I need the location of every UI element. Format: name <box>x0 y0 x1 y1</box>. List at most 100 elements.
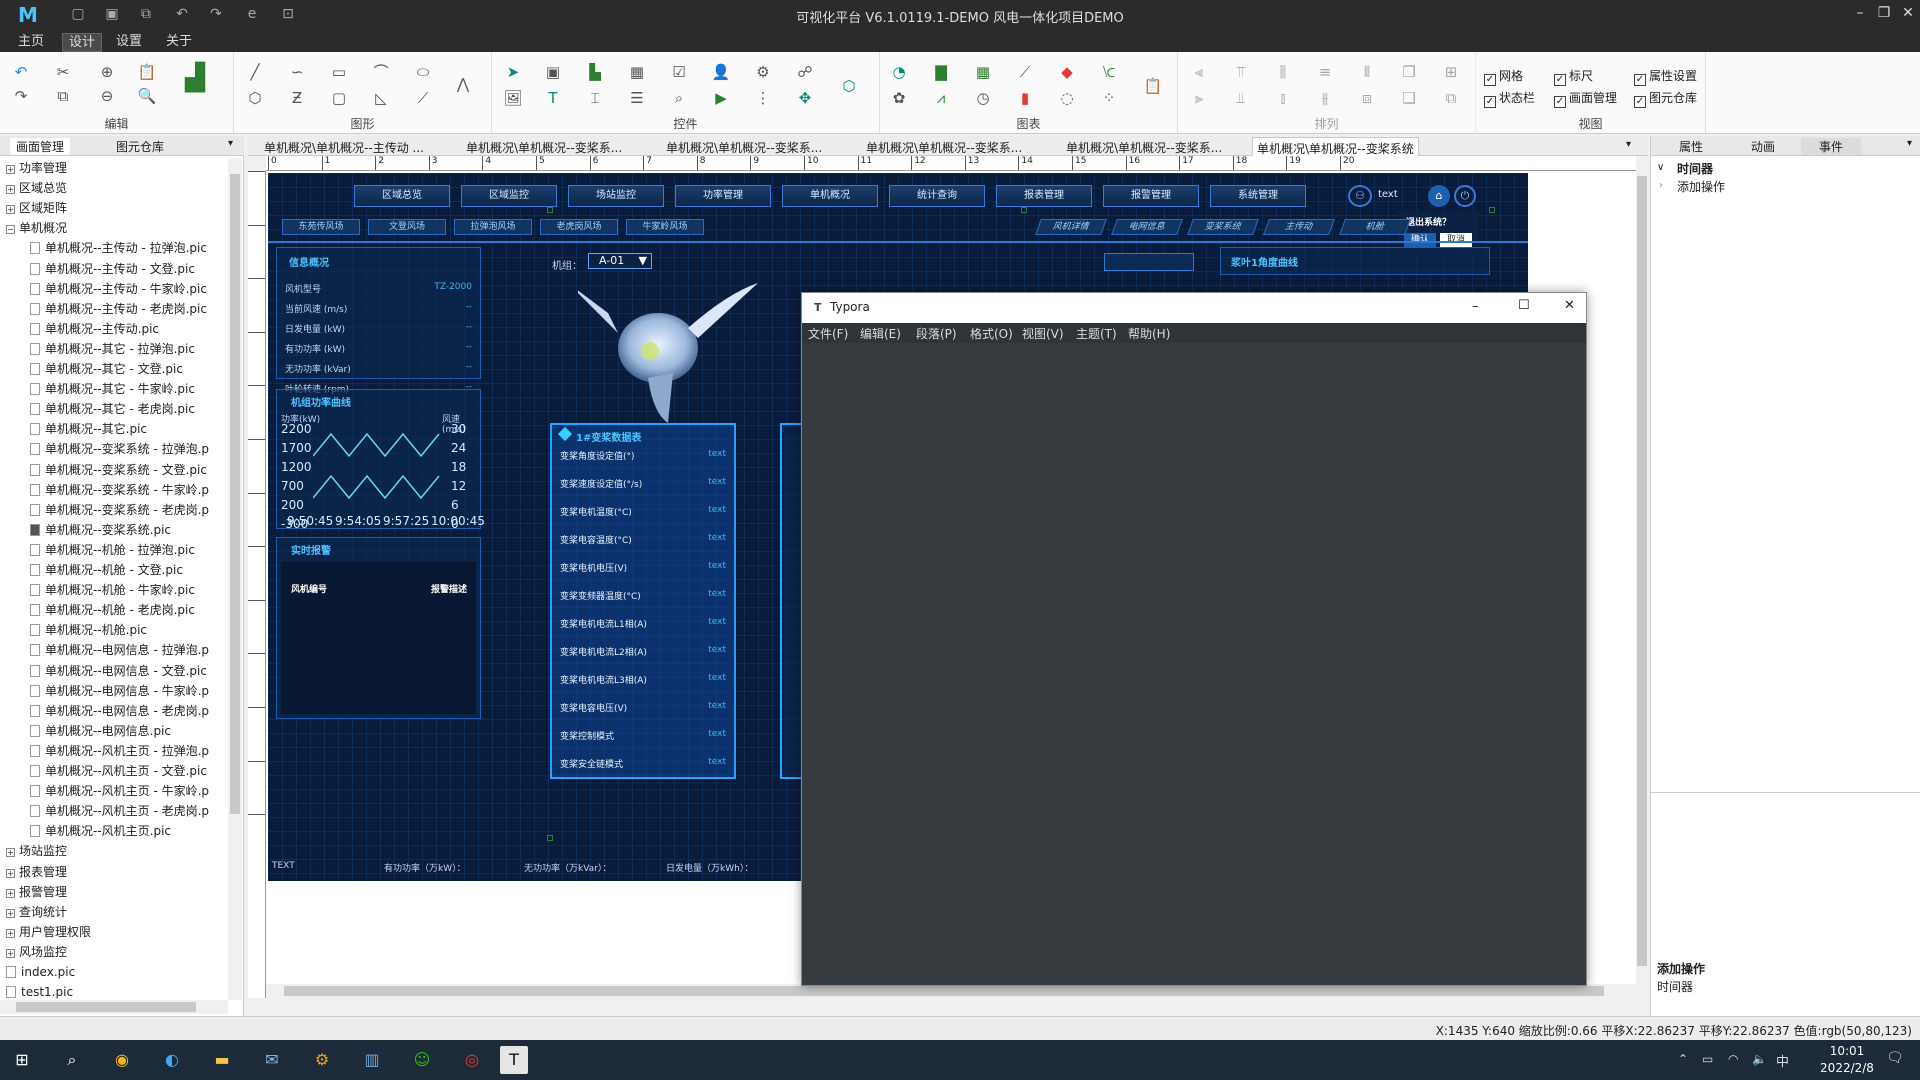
tab-properties[interactable]: 属性 <box>1673 138 1709 155</box>
tree-item[interactable]: 单机概况--机舱 - 文登.pic <box>30 560 183 580</box>
typora-menu-item[interactable]: 文件(F) <box>808 325 848 342</box>
restore-icon[interactable]: ❐ <box>1874 5 1894 23</box>
tree-item[interactable]: 单机概况--电网信息 - 牛家岭.p <box>30 681 209 701</box>
doc-tab[interactable]: 单机概况\单机概况--变桨系... <box>466 139 622 156</box>
typora-menu-item[interactable]: 视图(V) <box>1022 325 1064 342</box>
doc-tab-active[interactable]: 单机概况\单机概况--变桨系统 <box>1252 137 1419 156</box>
typora-menu-item[interactable]: 帮助(H) <box>1128 325 1170 342</box>
bring-front-icon[interactable]: ❐ <box>1398 62 1420 82</box>
canvas-horizontal-scrollbar[interactable] <box>266 984 1636 998</box>
trend-chart-icon[interactable]: ⟈ <box>1098 62 1120 82</box>
tree-item[interactable]: 单机概况--变桨系统 - 老虎岗.p <box>30 500 209 520</box>
paste-icon[interactable]: 📋 <box>136 62 158 82</box>
center-v-icon[interactable]: ⫾ <box>1272 88 1294 108</box>
gear-icon[interactable]: ⚙ <box>752 62 774 82</box>
detail-tab[interactable]: 风机详情 <box>1035 219 1107 235</box>
statusbar-checkbox[interactable]: ✓ 状态栏 <box>1484 90 1535 108</box>
typora-titlebar[interactable]: T Typora – ☐ ✕ <box>802 293 1586 323</box>
minimize-icon[interactable]: – <box>1850 5 1870 23</box>
close-icon[interactable]: ✕ <box>1564 298 1575 313</box>
ungroup-icon[interactable]: ⧉ <box>1440 88 1462 108</box>
mail-icon[interactable]: ✉ <box>258 1046 286 1074</box>
report-chart-icon[interactable]: 📋 <box>1142 76 1164 96</box>
nav-button[interactable]: 单机概况 <box>782 185 878 207</box>
tree-item[interactable]: 单机概况--其它 - 牛家岭.pic <box>30 379 195 399</box>
nav-button[interactable]: 统计查询 <box>889 185 985 207</box>
tree-item[interactable]: 单机概况--机舱 - 牛家岭.pic <box>30 580 195 600</box>
tree-item[interactable]: 单机概况--风机主页 - 文登.pic <box>30 761 207 781</box>
tree-item[interactable]: 单机概况--风机主页 - 老虎岗.p <box>30 801 209 821</box>
label-control-icon[interactable]: ⌶ <box>584 88 606 108</box>
property-settings-checkbox[interactable]: ✓ 属性设置 <box>1634 68 1697 86</box>
site-tab[interactable]: 老虎岗风场 <box>540 219 618 235</box>
text-control-icon[interactable]: T <box>542 88 564 108</box>
tree-item[interactable]: 单机概况--变桨系统.pic <box>30 520 171 540</box>
tree-item[interactable]: 单机概况--其它 - 拉弹泡.pic <box>30 339 195 359</box>
undo-icon[interactable]: ↶ <box>10 62 32 82</box>
selection-handle[interactable] <box>1489 207 1495 213</box>
cut-icon[interactable]: ✂ <box>52 62 74 82</box>
tree-item[interactable]: 单机概况--电网信息 - 老虎岗.p <box>30 701 209 721</box>
nav-button[interactable]: 系统管理 <box>1210 185 1306 207</box>
image-control-icon[interactable]: 🖼 <box>502 88 524 108</box>
tab-element-library[interactable]: 图元仓库 <box>110 138 170 155</box>
tree-item[interactable]: 单机概况--电网信息 - 拉弹泡.p <box>30 640 209 660</box>
tree-item[interactable]: 单机概况--机舱.pic <box>30 620 147 640</box>
tree-item[interactable]: 单机概况--其它 - 文登.pic <box>30 359 183 379</box>
wechat-icon[interactable]: ☺ <box>408 1046 436 1074</box>
pie-chart-icon[interactable]: ◔ <box>888 62 910 82</box>
button-control-icon[interactable]: ▣ <box>542 62 564 82</box>
scatter-chart-icon[interactable]: ⁘ <box>1098 88 1120 108</box>
tree-item[interactable]: 单机概况--其它.pic <box>30 419 147 439</box>
network-icon[interactable]: ☍ <box>794 62 816 82</box>
typora-window[interactable]: T Typora – ☐ ✕ 文件(F) 编辑(E) 段落(P) 格式(O) 视图(V)… <box>801 292 1587 986</box>
search-control-icon[interactable]: ⌕ <box>668 88 690 108</box>
rectangle-icon[interactable]: ▭ <box>328 62 350 82</box>
tree-item[interactable]: 单机概况--变桨系统 - 牛家岭.p <box>30 480 209 500</box>
site-tab[interactable]: 文登风场 <box>368 219 446 235</box>
tree-item[interactable]: + 用户管理权限 <box>6 922 91 942</box>
distribute-h-icon[interactable]: ⫴ <box>1356 62 1378 82</box>
tab-screen-manager[interactable]: 画面管理 <box>10 138 71 155</box>
grid-checkbox[interactable]: ✓ 网格 <box>1484 68 1523 86</box>
event-tree-root[interactable]: 时间器 <box>1677 160 1713 177</box>
nav-button[interactable]: 功率管理 <box>675 185 771 207</box>
typora-menu-item[interactable]: 编辑(E) <box>860 325 901 342</box>
detail-tab[interactable]: 电网信息 <box>1111 219 1183 235</box>
brush-icon[interactable]: ⟋ <box>412 88 434 108</box>
tree-item[interactable]: 单机概况--主传动 - 老虎岗.pic <box>30 299 207 319</box>
chevron-down-icon[interactable]: ▾ <box>1907 138 1912 149</box>
maximize-icon[interactable]: ☐ <box>1518 298 1530 313</box>
nav-button[interactable]: 区域监控 <box>461 185 557 207</box>
nav-button[interactable]: 区域总览 <box>354 185 450 207</box>
tree-item[interactable]: 单机概况--风机主页.pic <box>30 821 171 841</box>
nav-button[interactable]: 场站监控 <box>568 185 664 207</box>
wifi-icon[interactable]: ◠ <box>1728 1052 1738 1066</box>
detail-tab[interactable]: 机舱 <box>1339 219 1411 235</box>
clock-date[interactable]: 2022/2/8 <box>1812 1061 1882 1075</box>
typora-menu-item[interactable]: 段落(P) <box>916 325 957 342</box>
tree-item[interactable]: 单机概况--主传动.pic <box>30 319 159 339</box>
app-icon[interactable]: ⚙ <box>308 1046 336 1074</box>
area-chart-icon[interactable]: ⩘ <box>930 88 952 108</box>
detail-tab[interactable]: 变桨系统 <box>1187 219 1259 235</box>
tree-item[interactable]: 单机概况--主传动 - 牛家岭.pic <box>30 279 207 299</box>
tree-item[interactable]: + 区域总览 <box>6 178 67 198</box>
copy-icon[interactable]: ⧉ <box>52 86 74 106</box>
zoom-in-icon[interactable]: ⊕ <box>96 62 118 82</box>
align-middle-icon[interactable]: ≡ <box>1314 62 1336 82</box>
move-control-icon[interactable]: ✥ <box>794 88 816 108</box>
column-chart-icon[interactable]: ▮ <box>1014 88 1036 108</box>
screen-manager-checkbox[interactable]: ✓ 画面管理 <box>1554 90 1617 108</box>
clock-time[interactable]: 10:01 <box>1812 1044 1882 1058</box>
tree-item[interactable]: + 报表管理 <box>6 862 67 882</box>
canvas-vertical-scrollbar[interactable] <box>1636 156 1648 998</box>
rounded-rect-icon[interactable]: ▢ <box>328 88 350 108</box>
battery-icon[interactable]: ▭ <box>1702 1052 1713 1066</box>
collapse-icon[interactable]: ∨ <box>1657 162 1664 173</box>
tree-item[interactable]: 单机概况--变桨系统 - 拉弹泡.p <box>30 439 209 459</box>
tree-horizontal-scrollbar[interactable] <box>0 1000 228 1014</box>
tree-item[interactable]: 单机概况--电网信息.pic <box>30 721 171 741</box>
tab-events[interactable]: 事件 <box>1801 138 1861 155</box>
search-icon[interactable]: ⌕ <box>58 1046 86 1074</box>
